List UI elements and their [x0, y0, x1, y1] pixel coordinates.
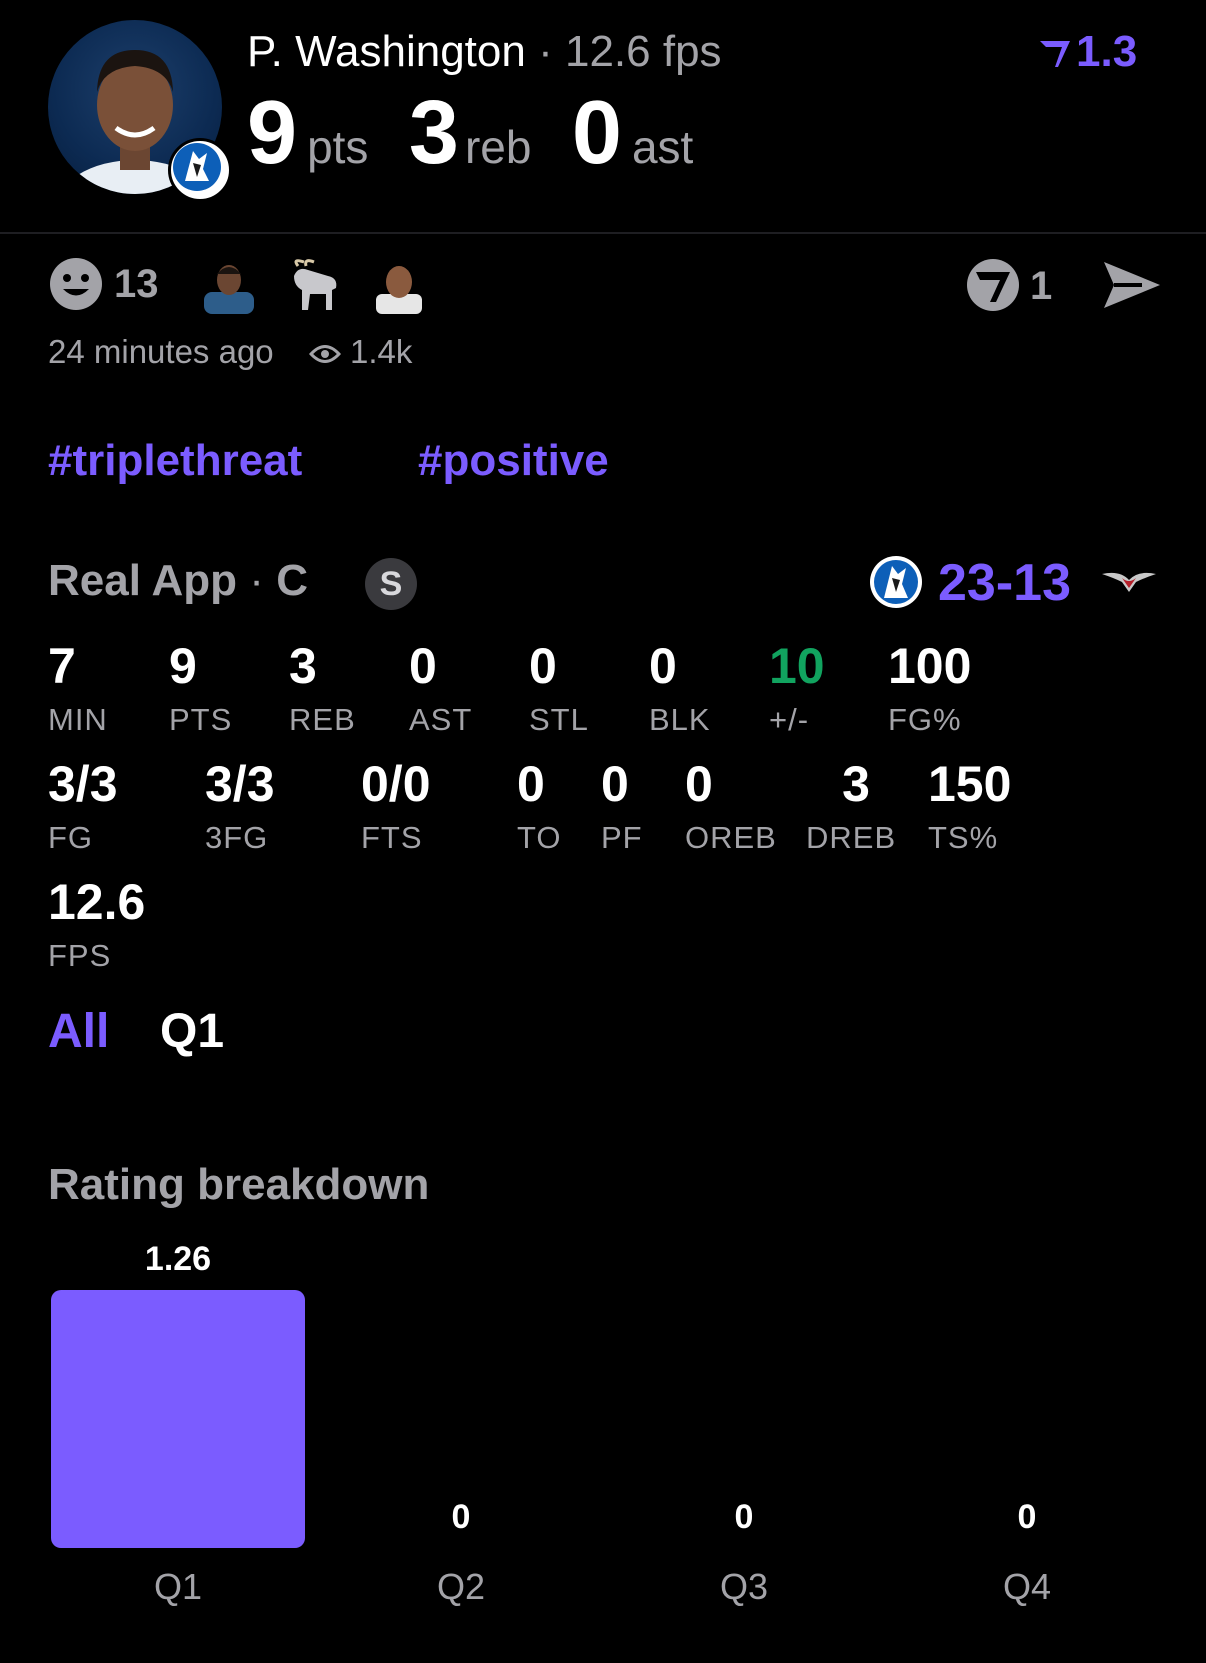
tab-all[interactable]: All — [48, 1004, 109, 1060]
stat-stl-label: STL — [529, 702, 589, 737]
stat-blk-label: BLK — [649, 702, 711, 737]
shield-icon — [967, 259, 1019, 311]
stat-reb-value: 3 — [289, 638, 317, 694]
view-count: 1.4k — [350, 333, 413, 370]
reactor-player-avatar[interactable] — [200, 256, 258, 314]
x-tick-q3: Q3 — [719, 1566, 769, 1607]
league-info: Real App · C — [48, 556, 308, 606]
x-tick-q4: Q4 — [1002, 1566, 1052, 1607]
stat-stl-value: 0 — [529, 638, 557, 694]
eye-icon — [308, 333, 350, 370]
stat-fg-label: FG — [48, 820, 94, 855]
status-badge: S — [365, 558, 417, 610]
stat-ts-pct-value: 150 — [928, 756, 1012, 812]
stat-ast-label: AST — [409, 702, 473, 737]
header-pts-unit: pts — [307, 121, 369, 173]
rating-badge[interactable]: 1.3 — [1038, 26, 1137, 78]
x-tick-q1: Q1 — [153, 1566, 203, 1607]
player-position: C — [276, 556, 308, 605]
stat-fps-value: 12.6 — [48, 874, 146, 930]
mavericks-logo-icon — [168, 138, 232, 202]
stat-fps-label: FPS — [48, 938, 112, 973]
stat-ts-pct-label: TS% — [928, 820, 999, 855]
rating-logo-icon — [1040, 41, 1070, 68]
bar-q1[interactable] — [51, 1290, 305, 1548]
stat-reb-label: REB — [289, 702, 356, 737]
post-meta: 24 minutes ago 1.4k — [48, 333, 412, 371]
hashtag-positive[interactable]: #positive — [418, 436, 609, 486]
stat-blk-value: 0 — [649, 638, 677, 694]
stat-pf-label: PF — [601, 820, 643, 855]
reactor-goat[interactable] — [284, 256, 342, 314]
stat-fts-value: 0/0 — [361, 756, 431, 812]
person-sticker-icon — [376, 266, 422, 314]
stat-pts-label: PTS — [169, 702, 233, 737]
stat-min-label: MIN — [48, 702, 108, 737]
share-button[interactable] — [1102, 258, 1162, 312]
stat-to-label: TO — [517, 820, 562, 855]
game-score[interactable]: 23-13 — [938, 553, 1071, 613]
stat-min-value: 7 — [48, 638, 76, 694]
player-sticker-icon — [204, 265, 254, 314]
pelicans-logo-icon — [1100, 566, 1158, 596]
stat-pf-value: 0 — [601, 756, 629, 812]
stat-fg-pct-label: FG% — [888, 702, 962, 737]
header-reb-unit: reb — [464, 121, 532, 173]
shield-count: 1 — [1030, 264, 1053, 308]
smiley-reaction-button[interactable] — [48, 256, 104, 312]
x-tick-q2: Q2 — [436, 1566, 486, 1607]
bar-value-q4: 0 — [1017, 1498, 1037, 1536]
shield-reaction-button[interactable] — [966, 258, 1020, 312]
player-title-line: P. Washington · 12.6 fps — [247, 26, 722, 78]
stat-ast-value: 0 — [409, 638, 437, 694]
reactor-person-avatar[interactable] — [370, 256, 428, 314]
league-name: Real App — [48, 556, 238, 605]
bar-value-q3: 0 — [734, 1498, 754, 1536]
bar-value-q1: 1.26 — [144, 1240, 212, 1278]
rating-breakdown-title: Rating breakdown — [48, 1160, 430, 1209]
goat-icon — [294, 259, 337, 310]
header-ast-unit: ast — [631, 121, 694, 173]
tab-q1[interactable]: Q1 — [160, 1004, 224, 1060]
smiley-count: 13 — [114, 262, 159, 306]
stat-to-value: 0 — [517, 756, 545, 812]
player-name[interactable]: P. Washington — [247, 27, 526, 76]
stat-plus-minus-label: +/- — [769, 702, 810, 737]
header-reb-value: 3 — [408, 83, 459, 183]
stat-oreb-value: 0 — [685, 756, 713, 812]
mavericks-logo-icon — [868, 554, 924, 610]
stat-fts-label: FTS — [361, 820, 423, 855]
title-separator: · — [538, 27, 553, 76]
hashtag-triplethreat[interactable]: #triplethreat — [48, 436, 302, 486]
header-ast-value: 0 — [571, 83, 622, 183]
rating-value: 1.3 — [1076, 27, 1138, 76]
send-icon — [1104, 262, 1160, 308]
header-stats: 9 pts 3 reb 0 ast — [247, 88, 693, 178]
header-pts-value: 9 — [247, 83, 298, 183]
stat-plus-minus-value: 10 — [769, 638, 825, 694]
stat-pts-value: 9 — [169, 638, 197, 694]
stat-dreb-value: 3 — [842, 756, 870, 812]
smiley-icon — [50, 258, 102, 310]
player-fps: 12.6 fps — [564, 27, 722, 76]
stat-fg-pct-value: 100 — [888, 638, 972, 694]
header-divider — [0, 232, 1206, 234]
stat-oreb-label: OREB — [685, 820, 777, 855]
stat-fg-value: 3/3 — [48, 756, 118, 812]
stat-dreb-label: DREB — [806, 820, 897, 855]
stat-3fg-label: 3FG — [205, 820, 269, 855]
stat-3fg-value: 3/3 — [205, 756, 275, 812]
bar-value-q2: 0 — [451, 1498, 471, 1536]
league-separator: · — [249, 556, 264, 605]
time-ago: 24 minutes ago — [48, 333, 274, 370]
